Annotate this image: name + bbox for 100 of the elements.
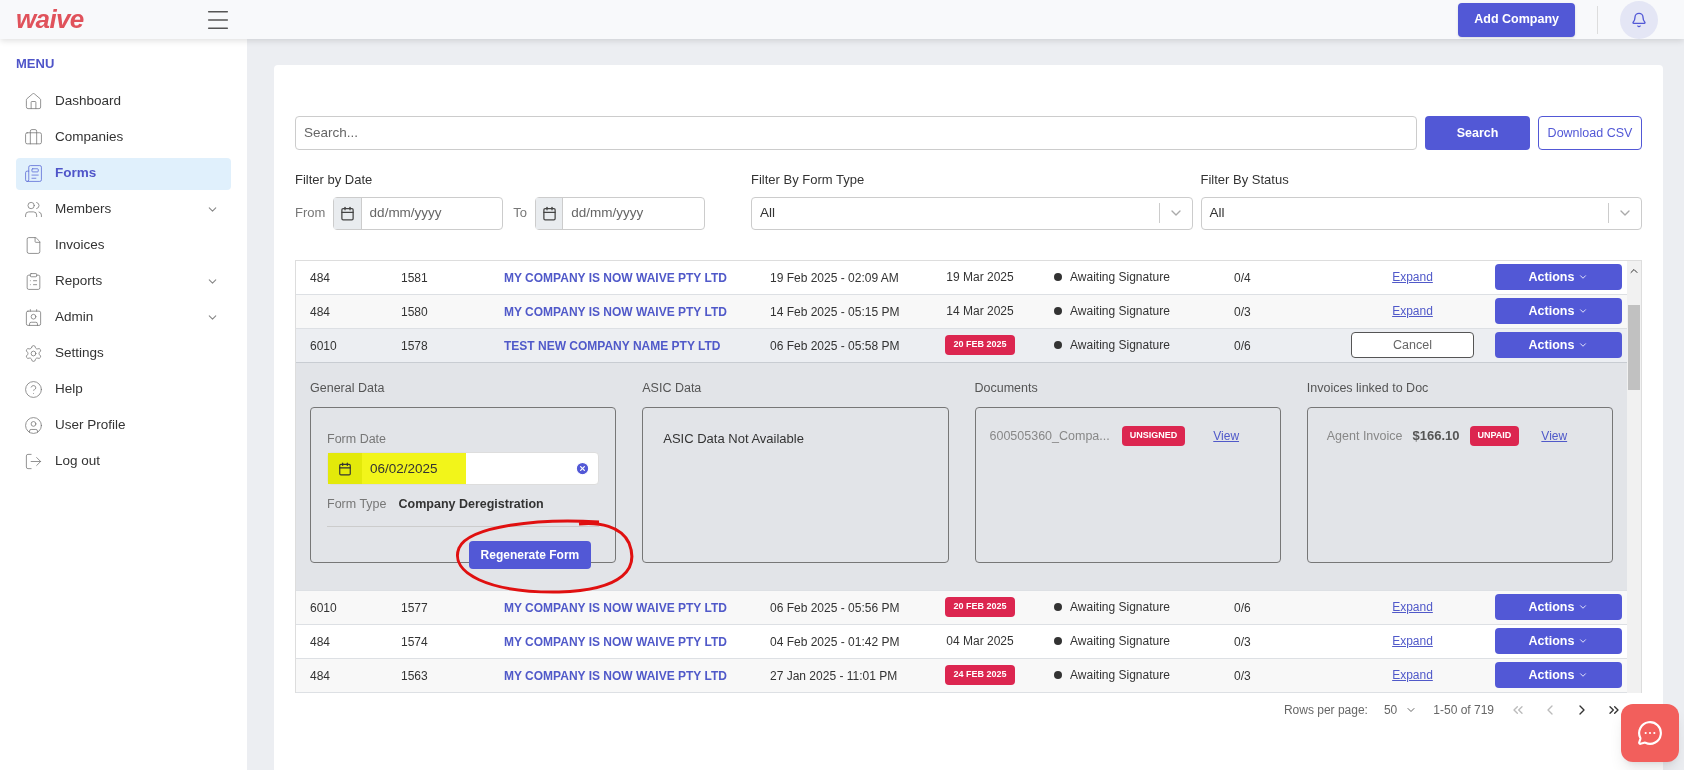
table-cell: 1563 (401, 669, 428, 683)
table-cell: 04 Feb 2025 - 01:42 PM (770, 635, 900, 649)
date-input[interactable]: dd/mm/yyyy (563, 197, 705, 229)
bell-icon (1631, 11, 1647, 28)
download-csv-button[interactable]: Download CSV (1538, 116, 1642, 150)
actions-button[interactable]: Actions (1495, 264, 1622, 290)
status-text: Awaiting Signature (1070, 599, 1170, 616)
invoice-label: Agent Invoice (1326, 427, 1403, 445)
sidebar-item[interactable]: User Profile (16, 409, 231, 442)
table-cell: 27 Jan 2025 - 11:01 PM (770, 669, 898, 683)
table-row[interactable]: 6010 1578 TEST NEW COMPANY NAME PTY LTD 06 Feb 2025 - 05:58 PM 20 FEB 2025 Awaiting Signature 0/6 Cancel Actions (296, 328, 1627, 363)
table-row[interactable]: 484 1563 MY COMPANY IS NOW WAIVE PTY LTD 27 Jan 2025 - 11:01 PM 24 FEB 2025 Awaiting Signature 0/3 Expand Actions (296, 658, 1627, 693)
view-link[interactable]: View (1541, 427, 1568, 445)
status-text: Awaiting Signature (1070, 269, 1170, 286)
calendar-button[interactable] (536, 197, 564, 229)
date-range-label: From (295, 204, 326, 223)
search-field[interactable]: Search... (295, 116, 1417, 150)
table-cell: 1578 (401, 339, 428, 353)
table-cell: 06 Feb 2025 - 05:56 PM (770, 601, 900, 615)
company-link[interactable]: MY COMPANY IS NOW WAIVE PTY LTD (504, 271, 727, 285)
actions-button[interactable]: Actions (1495, 332, 1622, 358)
sidebar-item[interactable]: Dashboard (16, 85, 231, 118)
table-cell: 484 (310, 305, 331, 319)
invoice-amount: $166.10 (1412, 427, 1460, 446)
expand-link[interactable]: Expand (1392, 598, 1433, 616)
date-field[interactable]: dd/mm/yyyy (333, 196, 504, 230)
id-card-icon (24, 308, 43, 327)
company-link[interactable]: MY COMPANY IS NOW WAIVE PTY LTD (504, 305, 727, 319)
rows-per-page-label: Rows per page: (1283, 701, 1368, 719)
expand-link[interactable]: Expand (1392, 268, 1433, 286)
chevron-down-icon (1578, 340, 1589, 350)
chevron-down-icon (1578, 636, 1589, 646)
due-date-badge: 20 FEB 2025 (945, 597, 1015, 617)
date-range-label: To (513, 204, 528, 223)
chevron-down-icon (1578, 602, 1589, 612)
sidebar-item[interactable]: Companies (16, 121, 231, 154)
logo[interactable]: waive (16, 0, 84, 39)
date-field[interactable]: dd/mm/yyyy (535, 196, 706, 230)
expand-link[interactable]: Expand (1392, 302, 1433, 320)
scrollbar-thumb[interactable] (1628, 304, 1640, 390)
table-cell: 484 (310, 635, 331, 649)
table-cell-text: 14 Mar 2025 (946, 303, 1014, 320)
date-input[interactable]: 06/02/2025 (327, 452, 600, 486)
table-row[interactable]: 484 1580 MY COMPANY IS NOW WAIVE PTY LTD 14 Feb 2025 - 05:15 PM 14 Mar 2025 Awaiting Signature 0/3 Expand Actions (296, 294, 1627, 329)
users-icon (24, 200, 43, 219)
regenerate-form-button[interactable]: Regenerate Form (468, 541, 592, 569)
sidebar-item[interactable]: Log out (16, 445, 231, 478)
cancel-button[interactable]: Cancel (1351, 332, 1474, 358)
chevron-down-icon (1578, 670, 1589, 680)
notification-button[interactable] (1620, 0, 1658, 39)
document-name: 600505360_Compa... (989, 427, 1110, 445)
field-value: Company Deregistration (398, 496, 544, 514)
sidebar-item[interactable]: Invoices (16, 229, 231, 262)
pagination-range: 1-50 of 719 (1433, 701, 1494, 719)
sidebar-item[interactable]: Members (16, 193, 231, 226)
sidebar-item[interactable]: Reports (16, 265, 231, 298)
settings-icon (24, 344, 43, 363)
company-link[interactable]: MY COMPANY IS NOW WAIVE PTY LTD (504, 669, 727, 683)
status-text: Awaiting Signature (1070, 633, 1170, 650)
calendar-button[interactable] (334, 197, 362, 229)
scrollbar[interactable] (1627, 260, 1641, 693)
sidebar-item[interactable]: Help (16, 373, 231, 406)
actions-button[interactable]: Actions (1495, 594, 1622, 620)
menu-heading: MENU (16, 55, 55, 73)
sidebar-item[interactable]: Forms (16, 157, 231, 190)
table-cell: 06 Feb 2025 - 05:58 PM (770, 339, 900, 353)
clear-icon[interactable] (575, 461, 591, 477)
actions-button[interactable]: Actions (1495, 628, 1622, 654)
due-date-badge: 24 FEB 2025 (945, 665, 1015, 685)
clipboard-icon (24, 272, 43, 291)
view-link[interactable]: View (1213, 427, 1240, 445)
table-row[interactable]: 6010 1577 MY COMPANY IS NOW WAIVE PTY LTD 06 Feb 2025 - 05:56 PM 20 FEB 2025 Awaiting Signature 0/6 Expand Actions (296, 590, 1627, 625)
table-cell: 19 Feb 2025 - 02:09 AM (770, 271, 899, 285)
field-label: Form Type (327, 496, 387, 514)
company-link[interactable]: TEST NEW COMPANY NAME PTY LTD (504, 339, 721, 353)
empty-state-text: ASIC Data Not Available (663, 431, 804, 447)
dropdown-select[interactable]: All (1200, 196, 1642, 230)
table-cell: 484 (310, 669, 331, 683)
actions-button[interactable]: Actions (1495, 298, 1622, 324)
company-link[interactable]: MY COMPANY IS NOW WAIVE PTY LTD (504, 601, 727, 615)
table-cell: 1580 (401, 305, 428, 319)
search-button[interactable]: Search (1425, 116, 1530, 150)
calendar-icon (338, 461, 352, 476)
table-cell: 0/4 (1234, 271, 1251, 285)
sidebar-item[interactable]: Admin (16, 301, 231, 334)
expand-link[interactable]: Expand (1392, 666, 1433, 684)
status-text: Awaiting Signature (1070, 303, 1170, 320)
add-company-button[interactable]: Add Company (1458, 2, 1575, 37)
sidebar-item[interactable]: Settings (16, 337, 231, 370)
table-cell: 1577 (401, 601, 428, 615)
expand-link[interactable]: Expand (1392, 632, 1433, 650)
section-title: Documents (974, 379, 1038, 397)
rows-per-page-select[interactable]: 50 (1383, 700, 1418, 719)
document-icon (24, 164, 43, 183)
actions-button[interactable]: Actions (1495, 662, 1622, 688)
company-link[interactable]: MY COMPANY IS NOW WAIVE PTY LTD (504, 635, 727, 649)
dropdown-select[interactable]: All (751, 196, 1193, 230)
filter-label: Filter by Date (295, 171, 373, 189)
table-cell: 6010 (310, 339, 337, 353)
date-input[interactable]: dd/mm/yyyy (361, 197, 503, 229)
